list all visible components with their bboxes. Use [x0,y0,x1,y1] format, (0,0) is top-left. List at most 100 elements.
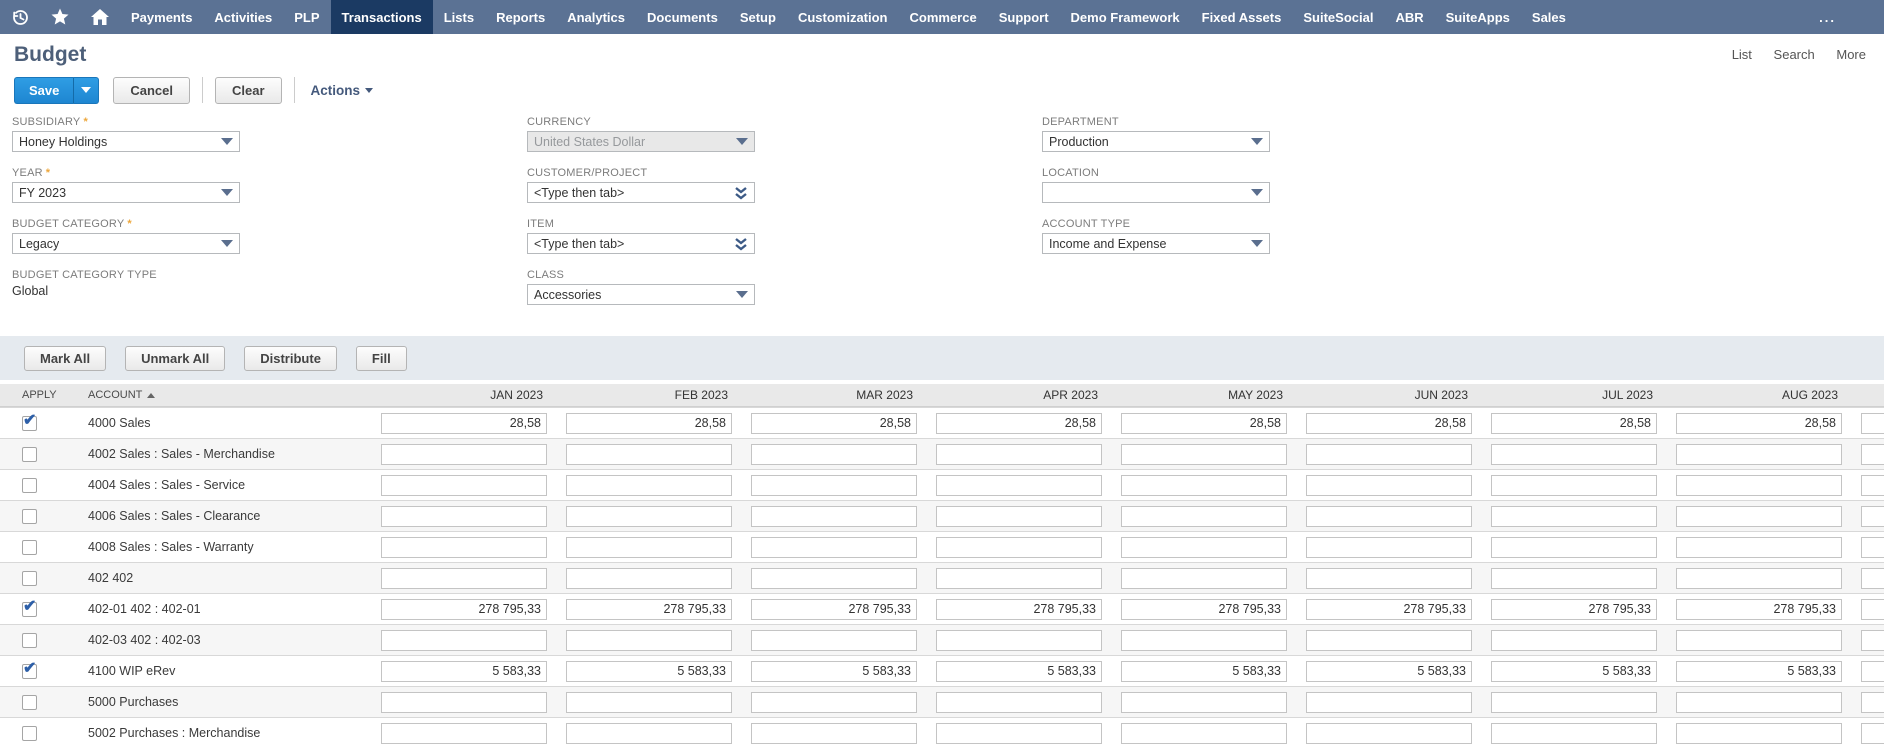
department-select[interactable]: Production [1042,131,1270,152]
budget-amount-input-feb-2023[interactable] [566,692,732,713]
budget-amount-input-aug-2023[interactable] [1676,475,1842,496]
budget-amount-input-mar-2023[interactable] [751,568,917,589]
budget-amount-input-jul-2023[interactable] [1491,413,1657,434]
apply-checkbox[interactable] [22,478,37,493]
save-button[interactable]: Save [14,77,73,104]
budget-amount-input-jun-2023[interactable] [1306,537,1472,558]
budget-amount-input-apr-2023[interactable] [936,723,1102,744]
apply-checkbox[interactable]: ✔ [22,664,37,679]
budget-amount-input-jan-2023[interactable] [381,444,547,465]
more-link[interactable]: More [1836,47,1866,62]
budget-amount-input-jul-2023[interactable] [1491,568,1657,589]
budget-amount-input-jun-2023[interactable] [1306,444,1472,465]
budget-amount-input-mar-2023[interactable] [751,630,917,651]
budget-amount-input-jul-2023[interactable] [1491,599,1657,620]
nav-item-analytics[interactable]: Analytics [556,0,636,34]
distribute-button[interactable]: Distribute [244,346,337,371]
account-column-header[interactable]: ACCOUNT [88,389,380,401]
budget-amount-input-jul-2023[interactable] [1491,630,1657,651]
budget-amount-input-apr-2023[interactable] [936,661,1102,682]
budget-amount-input-may-2023[interactable] [1121,630,1287,651]
apply-checkbox[interactable] [22,540,37,555]
budget-amount-input-jul-2023[interactable] [1491,537,1657,558]
subsidiary-select[interactable]: Honey Holdings [12,131,240,152]
budget-amount-input-feb-2023[interactable] [566,444,732,465]
budget-amount-input-jul-2023[interactable] [1491,692,1657,713]
budget-amount-input-jul-2023[interactable] [1491,444,1657,465]
budget-amount-input-may-2023[interactable] [1121,723,1287,744]
year-select[interactable]: FY 2023 [12,182,240,203]
home-icon[interactable] [80,0,120,34]
budget-amount-input-apr-2023[interactable] [936,692,1102,713]
budget-amount-input-aug-2023[interactable] [1676,661,1842,682]
apply-checkbox[interactable] [22,633,37,648]
budget-amount-input-aug-2023[interactable] [1676,413,1842,434]
actions-menu[interactable]: Actions [311,83,374,98]
budget-amount-input-apr-2023[interactable] [936,444,1102,465]
budget-amount-input-aug-2023[interactable] [1676,444,1842,465]
budget-amount-input-partial[interactable] [1861,475,1884,496]
budget-amount-input-jul-2023[interactable] [1491,506,1657,527]
item-input[interactable]: <Type then tab> [527,233,755,254]
nav-item-lists[interactable]: Lists [433,0,485,34]
history-icon[interactable] [0,0,40,34]
budget-amount-input-apr-2023[interactable] [936,599,1102,620]
budget-amount-input-may-2023[interactable] [1121,599,1287,620]
budget-amount-input-jun-2023[interactable] [1306,692,1472,713]
budget-amount-input-may-2023[interactable] [1121,413,1287,434]
search-link[interactable]: Search [1774,47,1815,62]
budget-amount-input-feb-2023[interactable] [566,661,732,682]
budget-amount-input-feb-2023[interactable] [566,568,732,589]
budget-amount-input-feb-2023[interactable] [566,537,732,558]
budget-amount-input-jan-2023[interactable] [381,537,547,558]
budget-amount-input-jan-2023[interactable] [381,661,547,682]
budget-amount-input-jan-2023[interactable] [381,630,547,651]
budget-amount-input-partial[interactable] [1861,692,1884,713]
nav-item-customization[interactable]: Customization [787,0,899,34]
budget-amount-input-may-2023[interactable] [1121,475,1287,496]
budget-amount-input-jun-2023[interactable] [1306,599,1472,620]
budget-amount-input-feb-2023[interactable] [566,475,732,496]
budget-amount-input-jan-2023[interactable] [381,599,547,620]
budget-amount-input-feb-2023[interactable] [566,413,732,434]
budget-amount-input-jul-2023[interactable] [1491,475,1657,496]
nav-item-activities[interactable]: Activities [203,0,283,34]
budget-amount-input-jul-2023[interactable] [1491,661,1657,682]
budget-category-select[interactable]: Legacy [12,233,240,254]
nav-item-sales[interactable]: Sales [1521,0,1577,34]
budget-amount-input-mar-2023[interactable] [751,661,917,682]
budget-amount-input-partial[interactable] [1861,630,1884,651]
account-type-select[interactable]: Income and Expense [1042,233,1270,254]
budget-amount-input-may-2023[interactable] [1121,692,1287,713]
apply-checkbox[interactable] [22,695,37,710]
apply-checkbox[interactable]: ✔ [22,416,37,431]
budget-amount-input-aug-2023[interactable] [1676,506,1842,527]
cancel-button[interactable]: Cancel [113,77,190,104]
budget-amount-input-jan-2023[interactable] [381,568,547,589]
budget-amount-input-jun-2023[interactable] [1306,413,1472,434]
nav-item-suitesocial[interactable]: SuiteSocial [1292,0,1384,34]
apply-checkbox[interactable] [22,571,37,586]
budget-amount-input-aug-2023[interactable] [1676,723,1842,744]
budget-amount-input-apr-2023[interactable] [936,506,1102,527]
budget-amount-input-may-2023[interactable] [1121,444,1287,465]
budget-amount-input-may-2023[interactable] [1121,568,1287,589]
class-select[interactable]: Accessories [527,284,755,305]
save-dropdown-button[interactable] [73,77,99,104]
budget-amount-input-mar-2023[interactable] [751,413,917,434]
budget-amount-input-jun-2023[interactable] [1306,506,1472,527]
budget-amount-input-jan-2023[interactable] [381,475,547,496]
budget-amount-input-mar-2023[interactable] [751,444,917,465]
budget-amount-input-aug-2023[interactable] [1676,537,1842,558]
budget-amount-input-may-2023[interactable] [1121,506,1287,527]
budget-amount-input-apr-2023[interactable] [936,475,1102,496]
apply-checkbox[interactable] [22,726,37,741]
budget-amount-input-partial[interactable] [1861,506,1884,527]
apply-checkbox[interactable]: ✔ [22,602,37,617]
budget-amount-input-partial[interactable] [1861,444,1884,465]
budget-amount-input-aug-2023[interactable] [1676,630,1842,651]
nav-item-setup[interactable]: Setup [729,0,787,34]
budget-amount-input-may-2023[interactable] [1121,537,1287,558]
budget-amount-input-jan-2023[interactable] [381,723,547,744]
budget-amount-input-jan-2023[interactable] [381,692,547,713]
